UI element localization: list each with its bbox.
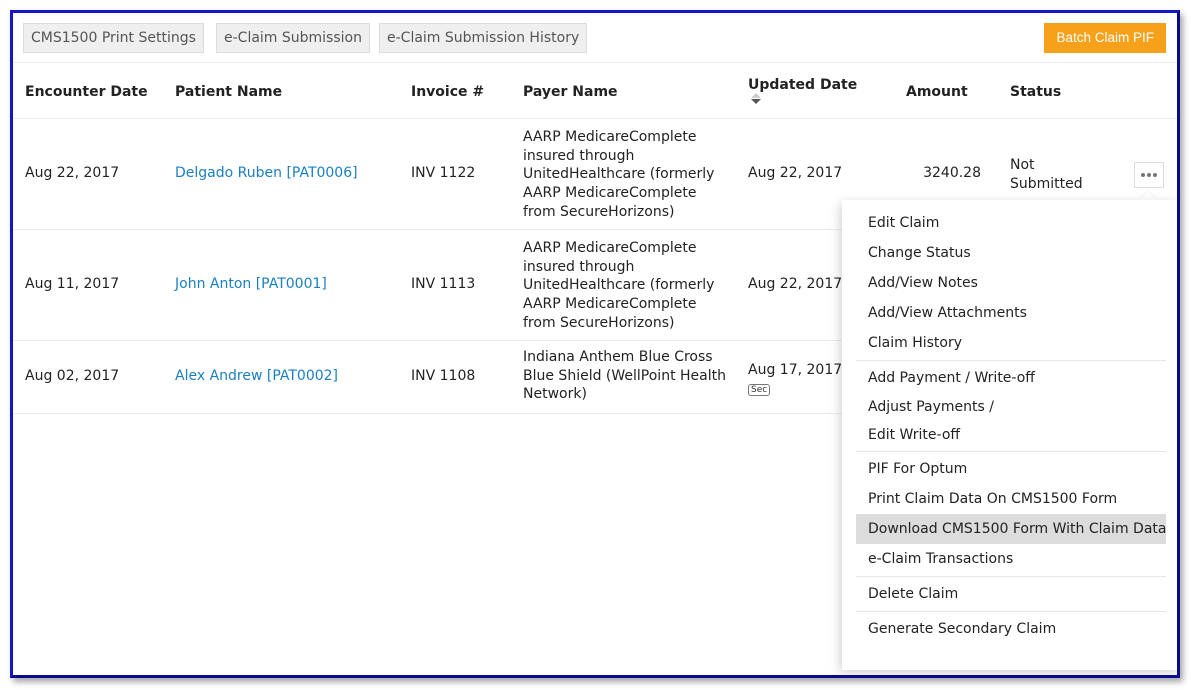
more-icon-dot [1153, 173, 1157, 177]
menu-item-download-cms1500[interactable]: Download CMS1500 Form With Claim Data [856, 514, 1166, 544]
sort-asc-icon[interactable] [751, 93, 761, 98]
payer-name: Indiana Anthem Blue Cross Blue Shield (W… [523, 349, 726, 403]
cms1500-print-settings-button[interactable]: CMS1500 Print Settings [23, 23, 204, 53]
amount: 3240.28 [923, 165, 981, 181]
more-icon-dot [1147, 173, 1151, 177]
menu-item-add-payment-write-off[interactable]: Add Payment / Write-off [856, 363, 1166, 393]
more-actions-button[interactable] [1134, 162, 1164, 188]
toolbar: CMS1500 Print Settings e-Claim Submissio… [13, 13, 1177, 63]
header-patient-name[interactable]: Patient Name [175, 84, 282, 100]
payer-name: AARP MedicareComplete insured through Un… [523, 240, 715, 331]
menu-divider [856, 576, 1166, 577]
patient-link[interactable]: John Anton [PAT0001] [175, 276, 327, 292]
secondary-claim-badge: Sec [748, 380, 771, 396]
menu-item-claim-history[interactable]: Claim History [856, 328, 1166, 358]
menu-item-pif-for-optum[interactable]: PIF For Optum [856, 454, 1166, 484]
header-invoice[interactable]: Invoice # [411, 84, 484, 100]
invoice-number: INV 1108 [411, 368, 476, 384]
updated-date: Aug 22, 2017 [748, 276, 843, 292]
menu-item-adjust-payments[interactable]: Adjust Payments / [856, 393, 1166, 421]
menu-divider [856, 360, 1166, 361]
menu-item-print-claim-data[interactable]: Print Claim Data On CMS1500 Form [856, 484, 1166, 514]
menu-item-delete-claim[interactable]: Delete Claim [856, 579, 1166, 609]
more-icon [1141, 173, 1145, 177]
menu-divider [856, 451, 1166, 452]
updated-date: Aug 17, 2017 [748, 362, 843, 378]
encounter-date: Aug 22, 2017 [25, 165, 120, 181]
e-claim-submission-history-button[interactable]: e-Claim Submission History [379, 23, 588, 53]
menu-item-change-status[interactable]: Change Status [856, 238, 1166, 268]
header-amount[interactable]: Amount [906, 84, 968, 100]
updated-date: Aug 22, 2017 [748, 165, 843, 181]
sec-badge: Sec [748, 384, 771, 396]
sort-desc-icon[interactable] [751, 99, 761, 104]
menu-item-generate-secondary-claim[interactable]: Generate Secondary Claim [856, 614, 1166, 644]
status: Not Submitted [1010, 157, 1083, 192]
patient-link[interactable]: Delgado Ruben [PAT0006] [175, 165, 358, 181]
payer-name: AARP MedicareComplete insured through Un… [523, 129, 715, 220]
patient-link[interactable]: Alex Andrew [PAT0002] [175, 368, 338, 384]
invoice-number: INV 1113 [411, 276, 476, 292]
menu-item-edit-claim[interactable]: Edit Claim [856, 208, 1166, 238]
e-claim-submission-button[interactable]: e-Claim Submission [216, 23, 370, 53]
app-frame: CMS1500 Print Settings e-Claim Submissio… [10, 10, 1180, 678]
header-updated-date[interactable]: Updated Date [748, 77, 857, 93]
invoice-number: INV 1122 [411, 165, 476, 181]
batch-claim-pif-button[interactable]: Batch Claim PIF [1044, 23, 1166, 53]
encounter-date: Aug 02, 2017 [25, 368, 120, 384]
actions-dropdown-menu: Edit Claim Change Status Add/View Notes … [842, 200, 1177, 670]
table-header: Encounter Date Patient Name Invoice # Pa… [13, 63, 1177, 119]
menu-item-edit-write-off[interactable]: Edit Write-off [856, 421, 1166, 449]
menu-divider [856, 611, 1166, 612]
menu-item-add-view-notes[interactable]: Add/View Notes [856, 268, 1166, 298]
menu-item-add-view-attachments[interactable]: Add/View Attachments [856, 298, 1166, 328]
menu-item-e-claim-transactions[interactable]: e-Claim Transactions [856, 544, 1166, 574]
header-encounter-date[interactable]: Encounter Date [25, 84, 148, 100]
encounter-date: Aug 11, 2017 [25, 276, 120, 292]
header-status[interactable]: Status [1010, 84, 1061, 100]
header-payer-name[interactable]: Payer Name [523, 84, 618, 100]
